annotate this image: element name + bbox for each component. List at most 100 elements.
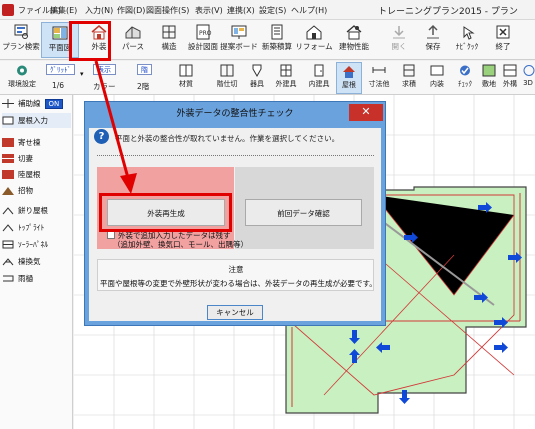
gable-roof-row[interactable]: 切妻 [2, 151, 71, 166]
menu-help[interactable]: ヘルプ(H) [291, 5, 327, 16]
display-combo[interactable]: 表示 カラー [93, 64, 116, 92]
menu-settings[interactable]: 設定(S) [259, 5, 286, 16]
ridge-vent-row[interactable]: 棟換気 [2, 254, 71, 269]
mochi-roof-icon [2, 207, 14, 215]
reform-button[interactable]: リフォーム [295, 22, 333, 58]
menu-view[interactable]: 表示(V) [195, 5, 223, 16]
grid-combo[interactable]: ｸﾞﾘｯﾄﾞ 1/6 [46, 64, 75, 90]
roof-button[interactable]: 屋根 [336, 62, 362, 94]
roof-icon [343, 66, 355, 78]
save-icon [427, 24, 439, 39]
floor-plan-icon [52, 26, 68, 40]
dialog-message: 平面と外装の整合性が取れていません。作業を選択してください。 [115, 134, 340, 143]
note-text: 平面や屋根等の変更で外壁形状が変わる場合は、外装データの再生成が必要です。 [100, 279, 377, 288]
3d-icon [523, 65, 535, 76]
app-icon [2, 4, 14, 16]
structure-icon [162, 25, 176, 39]
hip-roof-icon [2, 138, 14, 147]
ornament-icon [2, 187, 14, 195]
svg-text:PRO: PRO [199, 30, 212, 37]
flat-roof-icon [2, 170, 14, 179]
partition-icon [220, 64, 234, 77]
building-performance-icon [346, 25, 362, 40]
menu-drawing-ops[interactable]: 図面操作(S) [146, 5, 189, 16]
exterior-works-button[interactable]: 外構 [500, 62, 520, 94]
gear-icon [17, 65, 27, 76]
3d-button[interactable]: 3D [521, 62, 535, 94]
material-button[interactable]: 材質 [170, 62, 202, 94]
keep-added-data-checkbox[interactable] [107, 231, 115, 239]
dimensions-button[interactable]: 寸法他 [363, 62, 395, 94]
site-button[interactable]: 敷地 [479, 62, 499, 94]
check-button[interactable]: ﾁｪｯｸ [452, 62, 478, 94]
gable-roof-icon [2, 154, 14, 163]
open-button[interactable]: 開く [380, 22, 418, 58]
menu-input[interactable]: 入力(N) [85, 5, 113, 16]
check-previous-data-button[interactable]: 前回データ確認 [245, 199, 362, 226]
hip-roof-row[interactable]: 寄せ棟 [2, 135, 71, 150]
perspective-icon [125, 26, 141, 39]
area-calc-icon [403, 64, 415, 77]
plan-search-button[interactable]: プラン検索 [2, 22, 40, 58]
top-light-icon [2, 224, 14, 232]
proposal-board-icon [231, 25, 247, 39]
roof-ornament-row[interactable]: 招物 [2, 183, 71, 198]
gutter-icon [3, 275, 14, 282]
floor-combo[interactable]: 階 2階 [137, 64, 152, 92]
area-calc-button[interactable]: 求積 [396, 62, 422, 94]
navi-click-button[interactable]: ﾅﾋﾞｸｯｸ [448, 22, 486, 58]
window-icon [280, 64, 292, 77]
flat-roof-row[interactable]: 陸屋根 [2, 167, 71, 182]
gutter-row[interactable]: 雨樋 [2, 271, 71, 286]
exterior-works-icon [503, 64, 517, 77]
environment-settings-button[interactable]: 環境設定 [2, 62, 42, 94]
cancel-button[interactable]: キャンセル [207, 305, 263, 320]
top-light-row[interactable]: ﾄｯﾌﾟﾗｲﾄ [2, 220, 71, 235]
window-title: トレーニングプラン2015 - プラン [378, 7, 518, 17]
floor-partition-button[interactable]: 階仕切 [210, 62, 244, 94]
exterior-fittings-button[interactable]: 外建具 [270, 62, 302, 94]
guide-line-icon [2, 99, 14, 108]
guide-line-toggle[interactable]: ON [44, 98, 64, 109]
open-icon [393, 26, 405, 39]
question-icon: ? [94, 129, 109, 144]
design-drawing-button[interactable]: PRO 設計図面 [184, 22, 222, 58]
dialog-separator [97, 155, 374, 156]
grid-dropdown-arrow-icon[interactable]: ▾ [80, 70, 84, 78]
navi-click-icon [463, 26, 475, 40]
exit-icon [496, 25, 510, 39]
interior-fittings-button[interactable]: 内建具 [303, 62, 335, 94]
save-button[interactable]: 保存 [414, 22, 452, 58]
roof-input-icon [2, 116, 14, 125]
roof-input-row[interactable]: 屋根入力 [2, 113, 71, 128]
note-heading: 注意 [228, 265, 244, 274]
plan-search-icon [14, 24, 28, 39]
ridge-vent-icon [2, 258, 14, 266]
dialog-close-button[interactable]: ✕ [349, 104, 383, 121]
interior-button[interactable]: 内装 [424, 62, 450, 94]
proposal-board-button[interactable]: 提案ボード [220, 22, 258, 58]
exit-button[interactable]: 終了 [484, 22, 522, 58]
keep-added-data-detail: （追加外壁、換気口、モール、出隅等） [113, 240, 248, 249]
fixtures-button[interactable]: 器具 [245, 62, 269, 94]
dimension-icon [372, 67, 386, 73]
structure-button[interactable]: 構造 [150, 22, 188, 58]
solar-panel-icon [2, 240, 14, 249]
dialog-title: 外装データの整合性チェック [176, 109, 294, 119]
regen-button-highlight [99, 193, 232, 232]
guide-line-row[interactable]: 補助線 ON [2, 96, 71, 111]
new-estimate-button[interactable]: 新築積算 [258, 22, 296, 58]
exterior-button-highlight [69, 21, 111, 61]
menu-edit[interactable]: 編集(E) [50, 5, 77, 16]
interior-icon [430, 65, 444, 76]
mochi-roof-row[interactable]: 餅り屋根 [2, 203, 71, 218]
menu-draw[interactable]: 作図(D) [117, 5, 145, 16]
material-book-icon [179, 64, 193, 77]
menu-link[interactable]: 連携(X) [227, 5, 255, 16]
perspective-button[interactable]: パース [114, 22, 152, 58]
building-performance-button[interactable]: 建物性能 [334, 22, 374, 58]
site-icon [482, 64, 496, 77]
door-icon [314, 64, 324, 77]
design-drawing-icon: PRO [196, 24, 212, 40]
solar-panel-row[interactable]: ｿｰﾗｰﾊﾟﾈﾙ [2, 237, 71, 252]
